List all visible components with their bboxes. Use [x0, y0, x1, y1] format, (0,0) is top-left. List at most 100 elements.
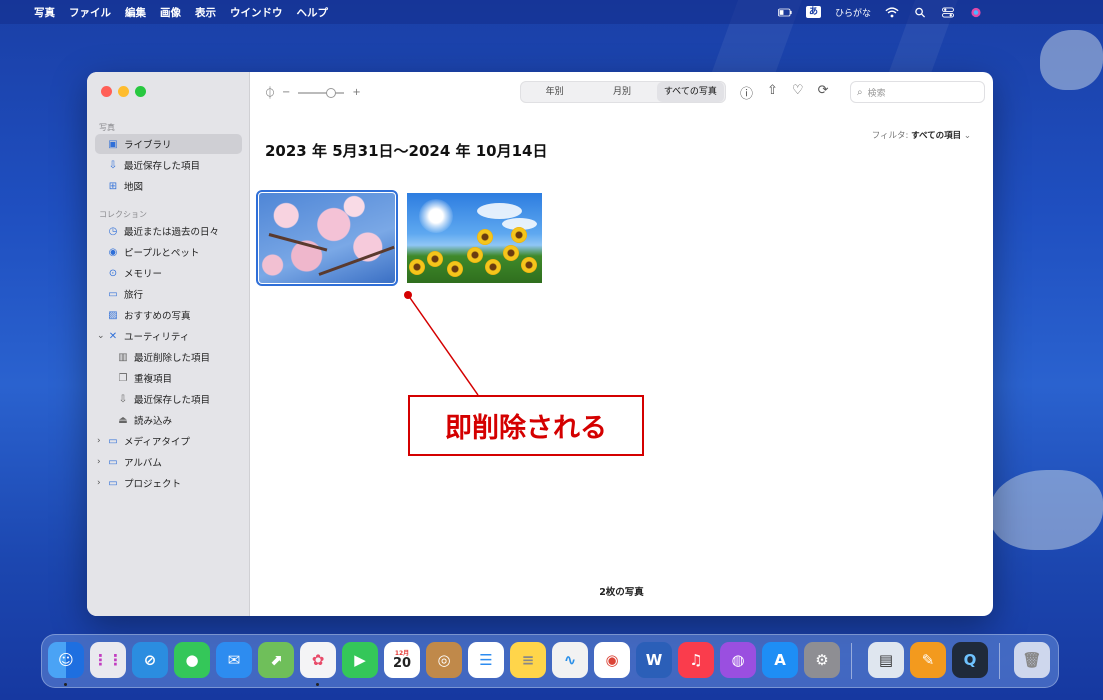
person-icon: ◉ — [108, 246, 118, 258]
sidebar-section-collections: コレクション — [99, 210, 147, 219]
sidebar-item-trips[interactable]: ▭ 旅行 — [95, 284, 242, 304]
freeform-icon[interactable]: ∿ — [552, 642, 588, 678]
sidebar-item-label: 最近保存した項目 — [134, 395, 211, 406]
photo-sunflower — [467, 247, 483, 263]
facetime-icon[interactable]: ▶ — [342, 642, 378, 678]
system-settings-icon[interactable]: ⚙ — [804, 642, 840, 678]
toolbar-actions: ⓘ ⇧ ♡ ⟳ — [740, 83, 828, 102]
sidebar-item-media-types[interactable]: › ▭ メディアタイプ — [95, 431, 242, 451]
wallpaper-dolphin — [1040, 30, 1103, 90]
messages-icon[interactable]: ● — [174, 642, 210, 678]
menu-image[interactable]: 画像 — [160, 5, 181, 20]
safari-icon[interactable]: ⊘ — [132, 642, 168, 678]
photo-count: 2枚の写真 — [599, 587, 644, 598]
zoom-out-button[interactable]: − — [282, 87, 290, 98]
notes-icon[interactable]: ≡ — [510, 642, 546, 678]
sidebar-item-label: 読み込み — [134, 416, 173, 427]
filter-menu[interactable]: フィルタ: すべての項目 ⌄ — [872, 129, 971, 141]
contacts-icon[interactable]: ◎ — [426, 642, 462, 678]
close-window-button[interactable] — [101, 86, 112, 97]
chevron-right-icon[interactable]: › — [97, 436, 101, 446]
aspect-toggle-icon[interactable]: ⏀ — [264, 84, 276, 101]
sidebar-item-label: メモリー — [124, 269, 163, 280]
photo-thumbnail-sunflowers[interactable] — [407, 193, 542, 283]
chevron-right-icon[interactable]: › — [97, 478, 101, 488]
chevron-down-icon[interactable]: ⌄ — [97, 331, 105, 341]
menu-view[interactable]: 表示 — [195, 5, 216, 20]
reminders-icon[interactable]: ☰ — [468, 642, 504, 678]
chevron-right-icon[interactable]: › — [97, 457, 101, 467]
sidebar-item-memories[interactable]: ⊙ メモリー — [95, 263, 242, 283]
window-controls — [101, 86, 146, 97]
trash-icon[interactable]: 🗑 — [1014, 642, 1050, 678]
finder-icon[interactable]: ☺ — [48, 642, 84, 678]
preview-icon[interactable]: ▤ — [868, 642, 904, 678]
sidebar-item-projects[interactable]: › ▭ プロジェクト — [95, 473, 242, 493]
podcasts-icon[interactable]: ◍ — [720, 642, 756, 678]
music-icon[interactable]: ♫ — [678, 642, 714, 678]
date-range-title: 2023 年 5月31日〜2024 年 10月14日 — [265, 142, 548, 160]
heart-icon[interactable]: ♡ — [792, 83, 804, 102]
app-store-icon[interactable]: A — [762, 642, 798, 678]
ime-badge[interactable]: あ — [805, 6, 821, 18]
sidebar-item-recent-days[interactable]: ◷ 最近または過去の日々 — [95, 221, 242, 241]
photo-thumbnail-cherry-blossom[interactable] — [256, 190, 398, 286]
filter-value: すべての項目 — [911, 131, 962, 141]
calendar-icon[interactable]: 12月 20 — [384, 642, 420, 678]
menu-app-name[interactable]: 写真 — [34, 5, 55, 20]
sidebar-item-label: プロジェクト — [124, 479, 182, 490]
sidebar-item-people-pets[interactable]: ◉ ピープルとペット — [95, 242, 242, 262]
tab-all-photos[interactable]: すべての写真 — [656, 82, 724, 102]
sidebar-item-albums[interactable]: › ▭ アルバム — [95, 452, 242, 472]
tools-icon: ✕ — [108, 330, 118, 342]
tab-months[interactable]: 月別 — [588, 82, 655, 102]
share-icon[interactable]: ⇧ — [767, 83, 778, 102]
sidebar-item-map[interactable]: ⊞ 地図 — [95, 176, 242, 196]
zoom-slider[interactable] — [298, 87, 345, 98]
menu-edit[interactable]: 編集 — [125, 5, 146, 20]
menu-window[interactable]: ウインドウ — [230, 5, 283, 20]
search-field[interactable]: ⌕ 検索 — [850, 81, 985, 103]
recently-saved-icon: ⇩ — [108, 159, 118, 171]
sidebar: 写真 ▣ ライブラリ ⇩ 最近保存した項目 ⊞ 地図 コレクション ◷ 最近また… — [87, 72, 250, 616]
siri-icon[interactable] — [969, 7, 983, 18]
sidebar-item-utilities[interactable]: ⌄ ✕ ユーティリティ — [95, 326, 242, 346]
pages-icon[interactable]: ✎ — [910, 642, 946, 678]
sidebar-item-featured[interactable]: ▨ おすすめの写真 — [95, 305, 242, 325]
info-icon[interactable]: ⓘ — [740, 83, 753, 102]
filter-label: フィルタ: — [871, 131, 909, 141]
word-icon[interactable]: W — [636, 642, 672, 678]
photo-sunflower — [511, 227, 527, 243]
spotlight-search-icon[interactable] — [913, 7, 927, 18]
menu-help[interactable]: ヘルプ — [297, 5, 329, 20]
maps-icon[interactable]: ⬈ — [258, 642, 294, 678]
sidebar-item-imports[interactable]: ⏏ 読み込み — [95, 410, 242, 430]
control-center-icon[interactable] — [941, 6, 955, 18]
sidebar-item-duplicates[interactable]: ❐ 重複項目 — [95, 368, 242, 388]
sidebar-item-recently-saved[interactable]: ⇩ 最近保存した項目 — [95, 155, 242, 175]
zoom-slider-knob[interactable] — [326, 87, 337, 98]
recently-saved-icon: ⇩ — [118, 393, 128, 405]
rotate-icon[interactable]: ⟳ — [818, 83, 829, 102]
battery-icon[interactable] — [777, 7, 792, 18]
mail-icon[interactable]: ✉ — [216, 642, 252, 678]
sidebar-item-recently-saved-2[interactable]: ⇩ 最近保存した項目 — [95, 389, 242, 409]
launchpad-icon[interactable]: ⋮⋮ — [90, 642, 126, 678]
zoom-window-button[interactable] — [135, 86, 146, 97]
wifi-icon[interactable] — [885, 6, 899, 18]
sidebar-item-library[interactable]: ▣ ライブラリ — [95, 134, 242, 154]
sidebar-item-label: 重複項目 — [134, 374, 173, 385]
quicktime-icon[interactable]: Q — [952, 642, 988, 678]
minimize-window-button[interactable] — [118, 86, 129, 97]
sidebar-item-recently-deleted[interactable]: ▥ 最近削除した項目 — [95, 347, 242, 367]
ime-label[interactable]: ひらがな — [835, 6, 871, 19]
photos-app-icon[interactable]: ✿ — [300, 642, 336, 678]
running-indicator — [316, 683, 319, 686]
sidebar-item-label: アルバム — [124, 458, 162, 469]
chrome-icon[interactable]: ◉ — [594, 642, 630, 678]
tab-years[interactable]: 年別 — [521, 82, 588, 102]
view-segmented-control: 年別 月別 すべての写真 — [520, 81, 726, 103]
zoom-in-button[interactable]: + — [352, 87, 360, 98]
menu-file[interactable]: ファイル — [69, 5, 111, 20]
photo-sunflower — [427, 251, 443, 267]
